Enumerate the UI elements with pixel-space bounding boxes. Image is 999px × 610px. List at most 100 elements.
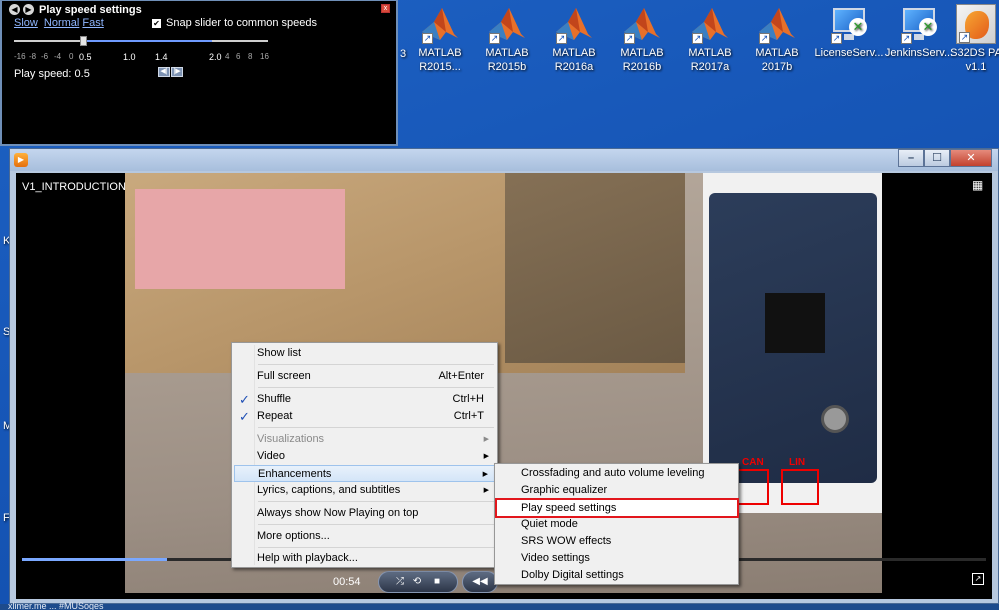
menu-item-always-on-top[interactable]: Always show Now Playing on top (234, 505, 495, 522)
normal-link[interactable]: Normal (44, 17, 79, 29)
icon-label: R2016a (554, 61, 594, 73)
snap-label: Snap slider to common speeds (166, 17, 318, 29)
video-board-coil (821, 405, 849, 433)
icon-label: JenkinsServ... (884, 47, 954, 59)
slow-link[interactable]: Slow (14, 17, 38, 29)
submenu-item-video-settings[interactable]: Video settings (497, 550, 736, 567)
submenu-item-graphic-equalizer[interactable]: Graphic equalizer (497, 482, 736, 499)
desktop-icon-matlab-r2015b[interactable]: ↗ MATLAB R2015b (474, 4, 540, 74)
menu-item-label: Help with playback... (257, 552, 358, 564)
previous-button[interactable]: ◀◀ (462, 571, 498, 593)
play-speed-window: ◀ ▶ Play speed settings x Slow Normal Fa… (0, 0, 398, 146)
snap-checkbox[interactable]: ✔ (152, 18, 161, 28)
desktop-icon-license-server[interactable]: ✕ ↗ LicenseServ... (812, 4, 886, 60)
step-forward-icon[interactable]: |▶ (171, 67, 183, 77)
maximize-button[interactable]: ☐ (924, 149, 950, 167)
tick-label: -8 (29, 52, 37, 61)
desktop-icon-matlab-r2015[interactable]: ↗ MATLAB R2015... (407, 4, 473, 74)
close-icon[interactable]: x (381, 4, 390, 13)
menu-item-video[interactable]: Video ▶ (234, 448, 495, 465)
lin-label: LIN (789, 457, 806, 468)
menu-item-label: Always show Now Playing on top (257, 507, 419, 519)
desktop-icon-matlab-r2017a[interactable]: ↗ MATLAB R2017a (677, 4, 743, 74)
play-speed-value: Play speed: 0.5 (14, 68, 90, 80)
step-back-icon[interactable]: ◀| (158, 67, 170, 77)
can-highlight-box (737, 469, 769, 505)
taskbar-fragment-text: xlimer.me ... #MUSoges (8, 601, 104, 610)
desktop-icon-matlab-r2016a[interactable]: ↗ MATLAB R2016a (541, 4, 607, 74)
icon-label: MATLAB (688, 47, 732, 59)
video-title: V1_INTRODUCTION (22, 181, 126, 193)
menu-item-label: Repeat (257, 410, 293, 422)
submenu-item-quiet-mode[interactable]: Quiet mode (497, 516, 736, 533)
shuffle-repeat-controls: ⤮ ⟲ ■ (378, 571, 458, 593)
icon-label: MATLAB (485, 47, 529, 59)
submenu-item-srs-wow[interactable]: SRS WOW effects (497, 533, 736, 550)
shortcut-arrow-icon: ↗ (901, 33, 912, 44)
context-menu: Show list Full screen Alt+Enter ✓ Shuffl… (231, 342, 498, 568)
submenu-item-label: Play speed settings (521, 502, 617, 514)
repeat-icon[interactable]: ⟲ (413, 576, 421, 587)
shortcut-arrow-icon: ↗ (489, 33, 500, 44)
snap-checkbox-row[interactable]: ✔ Snap slider to common speeds (152, 17, 317, 29)
desktop-icon-jenkins-server[interactable]: ✕ ↗ JenkinsServ... (882, 4, 956, 60)
menu-item-full-screen[interactable]: Full screen Alt+Enter (234, 368, 495, 385)
shuffle-icon[interactable]: ⤮ (396, 576, 404, 587)
fast-link[interactable]: Fast (82, 17, 103, 29)
tick-label: 4 (225, 52, 230, 61)
menu-item-label: Full screen (257, 370, 311, 382)
menu-separator (258, 501, 494, 502)
submenu-item-crossfading[interactable]: Crossfading and auto volume leveling (497, 465, 736, 482)
stop-icon[interactable]: ■ (434, 576, 440, 587)
speed-preset-links: Slow Normal Fast (14, 17, 104, 29)
menu-item-more-options[interactable]: More options... (234, 528, 495, 545)
menu-item-help-playback[interactable]: Help with playback... (234, 550, 495, 567)
menu-item-shortcut: Ctrl+T (453, 410, 484, 422)
matlab-icon: ↗ (622, 4, 662, 44)
menu-item-lyrics-captions[interactable]: Lyrics, captions, and subtitles ▶ (234, 482, 495, 499)
speed-slider-thumb[interactable] (80, 36, 87, 46)
tick-label: 16 (260, 52, 269, 61)
menu-item-enhancements[interactable]: Enhancements ▶ (234, 465, 495, 482)
submenu-item-label: SRS WOW effects (521, 535, 612, 547)
submenu-arrow-icon: ▶ (483, 436, 489, 443)
submenu-arrow-icon: ▶ (482, 471, 488, 478)
submenu-arrow-icon: ▶ (483, 487, 489, 494)
menu-item-shortcut: Alt+Enter (438, 370, 484, 382)
submenu-item-play-speed-settings[interactable]: Play speed settings (495, 498, 739, 518)
shortcut-arrow-icon: ↗ (556, 33, 567, 44)
menu-item-label: Video (257, 450, 285, 462)
icon-label: R2015b (487, 61, 527, 73)
player-titlebar[interactable]: ▶ – ☐ ✕ (10, 149, 998, 171)
desktop-icon-matlab-2017b[interactable]: ↗ MATLAB 2017b (744, 4, 810, 74)
close-button[interactable]: ✕ (950, 149, 992, 167)
menu-item-shortcut: Ctrl+H (452, 393, 484, 405)
submenu-item-dolby-digital[interactable]: Dolby Digital settings (497, 567, 736, 584)
menu-item-label: Enhancements (258, 468, 332, 480)
enhancements-submenu: Crossfading and auto volume leveling Gra… (494, 463, 739, 585)
speed-step-buttons: ◀| |▶ (158, 67, 183, 77)
icon-label: S32DS PA (950, 47, 999, 59)
icon-label: R2015... (419, 61, 461, 73)
menu-item-repeat[interactable]: ✓ Repeat Ctrl+T (234, 408, 495, 425)
menu-item-label: More options... (257, 530, 330, 542)
fullscreen-icon[interactable]: ↗ (972, 573, 984, 585)
back-arrow-icon[interactable]: ◀ (9, 4, 20, 15)
desktop-icon-matlab-r2016b[interactable]: ↗ MATLAB R2016b (609, 4, 675, 74)
forward-arrow-icon[interactable]: ▶ (23, 4, 34, 15)
menu-item-shuffle[interactable]: ✓ Shuffle Ctrl+H (234, 391, 495, 408)
submenu-item-label: Graphic equalizer (521, 484, 608, 496)
menu-separator (258, 524, 494, 525)
minimize-button[interactable]: – (898, 149, 924, 167)
menu-item-show-list[interactable]: Show list (234, 345, 495, 362)
tick-label: -16 (14, 52, 26, 61)
taskbar-edge: xlimer.me ... #MUSoges (0, 601, 999, 610)
switch-to-library-icon[interactable]: ▦ (972, 179, 984, 191)
media-player-app-icon: ▶ (14, 153, 28, 167)
shortcut-arrow-icon: ↗ (831, 33, 842, 44)
remote-desktop-icon: ✕ ↗ (899, 4, 939, 44)
desktop-icon-s32ds[interactable]: ↗ S32DS PA v1.1 (950, 4, 999, 74)
menu-separator (258, 427, 494, 428)
icon-label: 2017b (761, 61, 793, 73)
tick-label: -4 (54, 52, 62, 61)
